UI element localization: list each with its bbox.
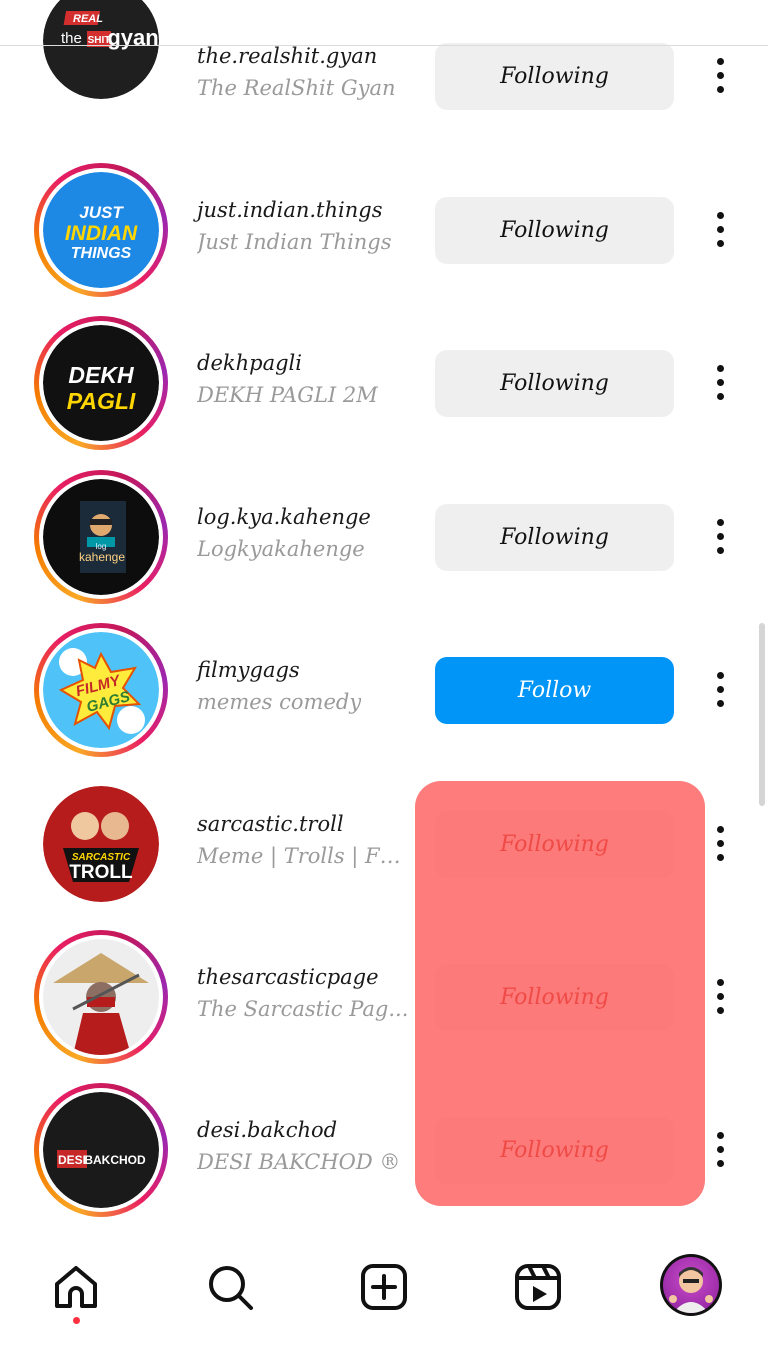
list-item[interactable]: log kahenge log.kya.kahenge Logkyakaheng… — [0, 470, 768, 623]
avatar-text: JUST — [79, 203, 124, 222]
username[interactable]: desi.bakchod — [197, 1118, 337, 1142]
list-item[interactable]: DEKH PAGLI dekhpagli DEKH PAGLI 2M Follo… — [0, 316, 768, 469]
full-name: Logkyakahenge — [197, 537, 365, 561]
list-item[interactable]: thesarcasticpage The Sarcastic Pag... Fo… — [0, 930, 768, 1083]
full-name: DESI BAKCHOD ® — [197, 1150, 401, 1174]
more-options-icon[interactable] — [703, 208, 737, 252]
list-item[interactable]: FILMY GAGS filmygags memes comedy Follow — [0, 623, 768, 776]
avatar-text: PAGLI — [67, 388, 136, 414]
full-name: The Sarcastic Pag... — [197, 997, 409, 1021]
scrollbar[interactable] — [759, 623, 765, 806]
avatar-text: BAKCHOD — [84, 1153, 146, 1167]
avatar[interactable] — [34, 930, 168, 1064]
username[interactable]: log.kya.kahenge — [197, 505, 371, 529]
avatar-text: THINGS — [71, 245, 132, 262]
username[interactable]: sarcastic.troll — [197, 812, 344, 836]
notification-dot — [73, 1317, 80, 1324]
more-options-icon[interactable] — [703, 1128, 737, 1172]
following-button[interactable]: Following — [435, 811, 674, 878]
full-name: memes comedy — [197, 690, 362, 714]
avatar[interactable]: JUST INDIAN THINGS — [34, 163, 168, 297]
following-list-screen: REAL the SHIT gyan the.realshit.gyan The… — [0, 0, 768, 1365]
following-button[interactable]: Following — [435, 43, 674, 110]
more-options-icon[interactable] — [703, 822, 737, 866]
username[interactable]: filmygags — [197, 658, 300, 682]
avatar[interactable]: REAL the SHIT gyan — [34, 0, 168, 134]
full-name: DEKH PAGLI 2M — [197, 383, 378, 407]
username[interactable]: just.indian.things — [197, 198, 382, 222]
avatar-text: DESI — [58, 1153, 86, 1167]
avatar-text: kahenge — [79, 550, 125, 564]
search-icon[interactable] — [203, 1260, 257, 1314]
avatar[interactable]: SARCASTIC TROLL — [34, 777, 168, 911]
new-post-icon[interactable] — [357, 1260, 411, 1314]
following-list: REAL the SHIT gyan the.realshit.gyan The… — [0, 0, 768, 1230]
avatar-text: DEKH — [68, 362, 134, 388]
avatar[interactable]: FILMY GAGS — [34, 623, 168, 757]
avatar-text: gyan — [107, 25, 158, 50]
bottom-navigation — [0, 1230, 768, 1365]
avatar-text: TROLL — [69, 862, 133, 883]
more-options-icon[interactable] — [703, 54, 737, 98]
avatar[interactable]: DESI BAKCHOD — [34, 1083, 168, 1217]
following-button[interactable]: Following — [435, 504, 674, 571]
profile-avatar[interactable] — [660, 1254, 722, 1316]
full-name: Just Indian Things — [197, 230, 392, 254]
full-name: The RealShit Gyan — [197, 76, 396, 100]
more-options-icon[interactable] — [703, 361, 737, 405]
home-icon[interactable] — [49, 1260, 103, 1314]
following-button[interactable]: Following — [435, 350, 674, 417]
list-item[interactable]: DESI BAKCHOD desi.bakchod DESI BAKCHOD ®… — [0, 1083, 768, 1236]
header-divider — [0, 45, 768, 46]
username[interactable]: thesarcasticpage — [197, 965, 379, 989]
follow-button[interactable]: Follow — [435, 657, 674, 724]
list-item[interactable]: SARCASTIC TROLL sarcastic.troll Meme | T… — [0, 777, 768, 930]
more-options-icon[interactable] — [703, 975, 737, 1019]
list-item[interactable]: REAL the SHIT gyan the.realshit.gyan The… — [0, 0, 768, 153]
more-options-icon[interactable] — [703, 668, 737, 712]
avatar-text: INDIAN — [65, 222, 138, 245]
list-item[interactable]: JUST INDIAN THINGS just.indian.things Ju… — [0, 163, 768, 316]
avatar[interactable]: DEKH PAGLI — [34, 316, 168, 450]
reels-icon[interactable] — [511, 1260, 565, 1314]
avatar-text: REAL — [73, 13, 103, 25]
following-button[interactable]: Following — [435, 964, 674, 1031]
avatar[interactable]: log kahenge — [34, 470, 168, 604]
following-button[interactable]: Following — [435, 1117, 674, 1184]
username[interactable]: dekhpagli — [197, 351, 302, 375]
username[interactable]: the.realshit.gyan — [197, 44, 377, 68]
full-name: Meme | Trolls | Fri... — [197, 844, 409, 868]
following-button[interactable]: Following — [435, 197, 674, 264]
more-options-icon[interactable] — [703, 515, 737, 559]
